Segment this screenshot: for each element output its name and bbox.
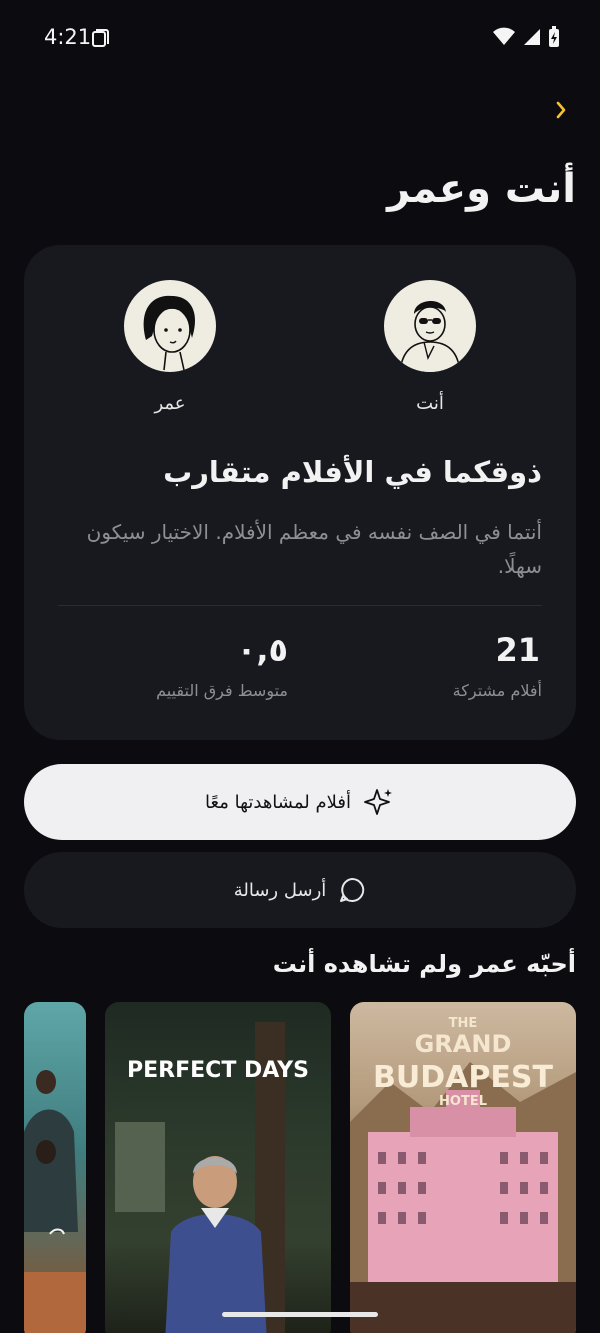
budapest-budapest: BUDAPEST — [373, 1060, 553, 1095]
taste-verdict: ذوقكما في الأفلام متقارب — [163, 455, 542, 489]
shared-movies-label: أفلام مشتركة — [452, 681, 542, 700]
back-button[interactable] — [550, 96, 570, 124]
section-title: أحبّه عمر ولم تشاهده أنت — [272, 950, 576, 978]
budapest-grand: GRAND — [414, 1030, 512, 1058]
chat-bubble-icon — [340, 877, 365, 902]
poster-dune[interactable] — [24, 1002, 86, 1333]
perfect-days-title: PERFECT DAYS — [127, 1058, 309, 1083]
card-divider — [58, 605, 542, 606]
omar-name: عمر — [154, 393, 186, 414]
dune-artwork — [24, 1070, 86, 1333]
you-avatar[interactable] — [384, 280, 476, 372]
home-indicator[interactable] — [222, 1312, 378, 1317]
poster-perfect-days[interactable]: PERFECT DAYS — [105, 1002, 331, 1333]
sparkles-icon — [364, 789, 392, 815]
budapest-the: THE — [448, 1016, 478, 1031]
chevron-back-icon — [556, 101, 566, 119]
status-bar: 4:21 — [0, 0, 600, 76]
sim-icon — [90, 28, 110, 52]
wifi-icon — [493, 27, 515, 45]
status-icons — [492, 26, 560, 48]
status-time: 4:21 — [44, 25, 92, 49]
omar-avatar[interactable] — [124, 280, 216, 372]
watch-together-label: أفلام لمشاهدتها معًا — [205, 791, 351, 813]
battery-icon — [549, 26, 559, 47]
you-name: أنت — [416, 393, 444, 414]
perfect-days-artwork — [115, 1022, 285, 1333]
signal-icon — [524, 29, 540, 45]
budapest-hotel: HOTEL — [439, 1094, 487, 1109]
watch-together-button[interactable]: أفلام لمشاهدتها معًا — [24, 764, 576, 840]
page-title: أنت وعمر — [387, 166, 576, 212]
shared-movies-count: 21 — [495, 631, 540, 669]
taste-description: أنتما في الصف نفسه في معظم الأفلام. الاخ… — [86, 520, 542, 578]
rating-diff-value: ٠,٥ — [236, 631, 288, 669]
send-message-label: أرسل رسالة — [233, 879, 327, 901]
screen: 4:21 أنت وعمر عمر أنت ذوقكما في الأفلام … — [0, 0, 600, 1333]
compatibility-card: عمر أنت ذوقكما في الأفلام متقارب أنتما ف… — [24, 245, 576, 740]
poster-grand-budapest[interactable]: THE GRAND BUDAPEST HOTEL — [350, 1002, 576, 1333]
rating-diff-label: متوسط فرق التقييم — [156, 681, 288, 700]
send-message-button[interactable]: أرسل رسالة — [24, 852, 576, 928]
